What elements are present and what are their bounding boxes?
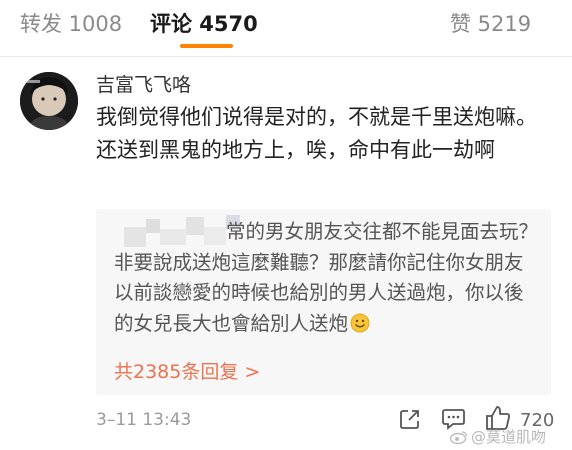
avatar[interactable] — [20, 72, 78, 130]
comment-text: 我倒觉得他们说得是对的，不就是千里送炮嘛。还送到黑鬼的地方上，唉，命中有此一劫啊 — [96, 105, 537, 162]
tab-comments[interactable]: 评论 4570 — [150, 8, 258, 38]
comment-tabs: 转发 1008 评论 4570 赞 5219 — [0, 0, 572, 58]
comment-timestamp: 3–11 13:43 — [96, 410, 192, 430]
view-all-replies-link[interactable]: 共2385条回复 > — [114, 357, 260, 384]
tabs-divider — [0, 56, 572, 57]
comment-username[interactable]: 吉富飞飞咯 — [96, 70, 191, 97]
tab-likes[interactable]: 赞 5219 — [450, 8, 531, 38]
watermark-text: @莫道肌吻 — [471, 428, 547, 446]
share-button[interactable] — [398, 407, 422, 435]
active-tab-indicator — [180, 44, 233, 48]
reply-preview[interactable]: 常的男女朋友交往都不能見面去玩？非要說成送炮這麼難聽？那麼請你記住你女朋友以前談… — [96, 209, 551, 395]
reply-text-block: 常的男女朋友交往都不能見面去玩？非要說成送炮這麼難聽？那麼請你記住你女朋友以前談… — [114, 217, 539, 339]
reply-username-placeholder — [114, 237, 226, 238]
weibo-logo-icon — [450, 431, 468, 444]
tab-repost[interactable]: 转发 1008 — [20, 8, 122, 38]
share-icon — [400, 410, 419, 429]
avatar-image — [20, 72, 78, 130]
smiley-emoji-icon — [350, 313, 370, 332]
watermark: @莫道肌吻 — [450, 426, 546, 447]
